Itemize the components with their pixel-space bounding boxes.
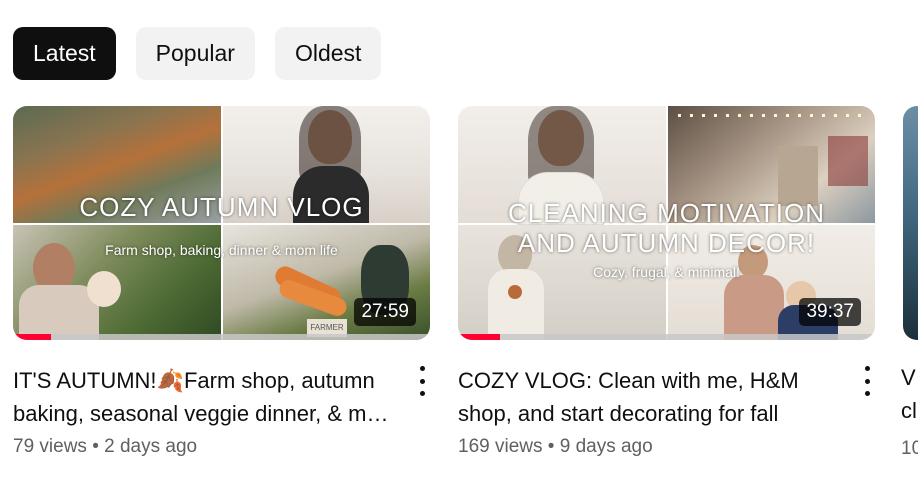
video-title[interactable]: COZY VLOG: Clean with me, H&M shop, and … [458,364,843,430]
watch-progress-bar [458,334,875,340]
upload-age: 2 days ago [104,436,198,457]
video-meta: 79 views • 2 days ago [13,436,430,458]
watch-progress-bar [13,334,430,340]
chip-latest[interactable]: Latest [13,27,116,80]
meta-separator: • [547,436,555,457]
chip-oldest[interactable]: Oldest [274,27,382,80]
video-thumbnail[interactable]: CLEANING MOTIVATION AND AUTUMN DECOR! Co… [458,106,875,340]
watch-progress-fill [458,334,500,340]
video-title-text: IT'S AUTUMN! [13,368,157,393]
filter-chip-bar: Latest Popular Oldest [13,27,382,80]
video-title-partial[interactable]: cl [901,394,917,427]
upload-age: 9 days ago [559,436,653,457]
thumbnail-title-text: CLEANING MOTIVATION [507,198,826,228]
video-title[interactable]: IT'S AUTUMN!🍂Farm shop, autumn baking, s… [13,364,398,430]
leaf-emoji-icon: 🍂 [156,368,184,393]
thumbnail-title-text: AND AUTUMN DECOR! [517,228,816,258]
duration-badge: 39:37 [799,298,861,326]
watch-progress-fill [13,334,51,340]
chip-popular[interactable]: Popular [135,27,255,80]
video-meta: 169 views • 9 days ago [458,436,875,458]
video-meta-partial: 10 [901,438,918,459]
view-count: 169 views [458,436,543,457]
video-thumbnail[interactable]: FARMER COZY AUTUMN VLOG Farm shop, bakin… [13,106,430,340]
video-card: CLEANING MOTIVATION AND AUTUMN DECOR! Co… [458,106,875,458]
video-thumbnail-partial[interactable] [903,106,918,340]
thumbnail-subtitle-text: Farm shop, baking, dinner & mom life [105,242,338,258]
meta-separator: • [92,436,99,457]
duration-badge: 27:59 [354,298,416,326]
thumbnail-title-text: COZY AUTUMN VLOG [79,192,364,222]
view-count: 79 views [13,436,87,457]
video-card: FARMER COZY AUTUMN VLOG Farm shop, bakin… [13,106,430,458]
vertical-ellipsis-icon[interactable] [855,366,879,396]
thumbnail-subtitle-text: Cozy, frugal, & minimal! [593,264,740,280]
vertical-ellipsis-icon[interactable] [410,366,434,396]
video-title-partial[interactable]: V [901,361,916,394]
